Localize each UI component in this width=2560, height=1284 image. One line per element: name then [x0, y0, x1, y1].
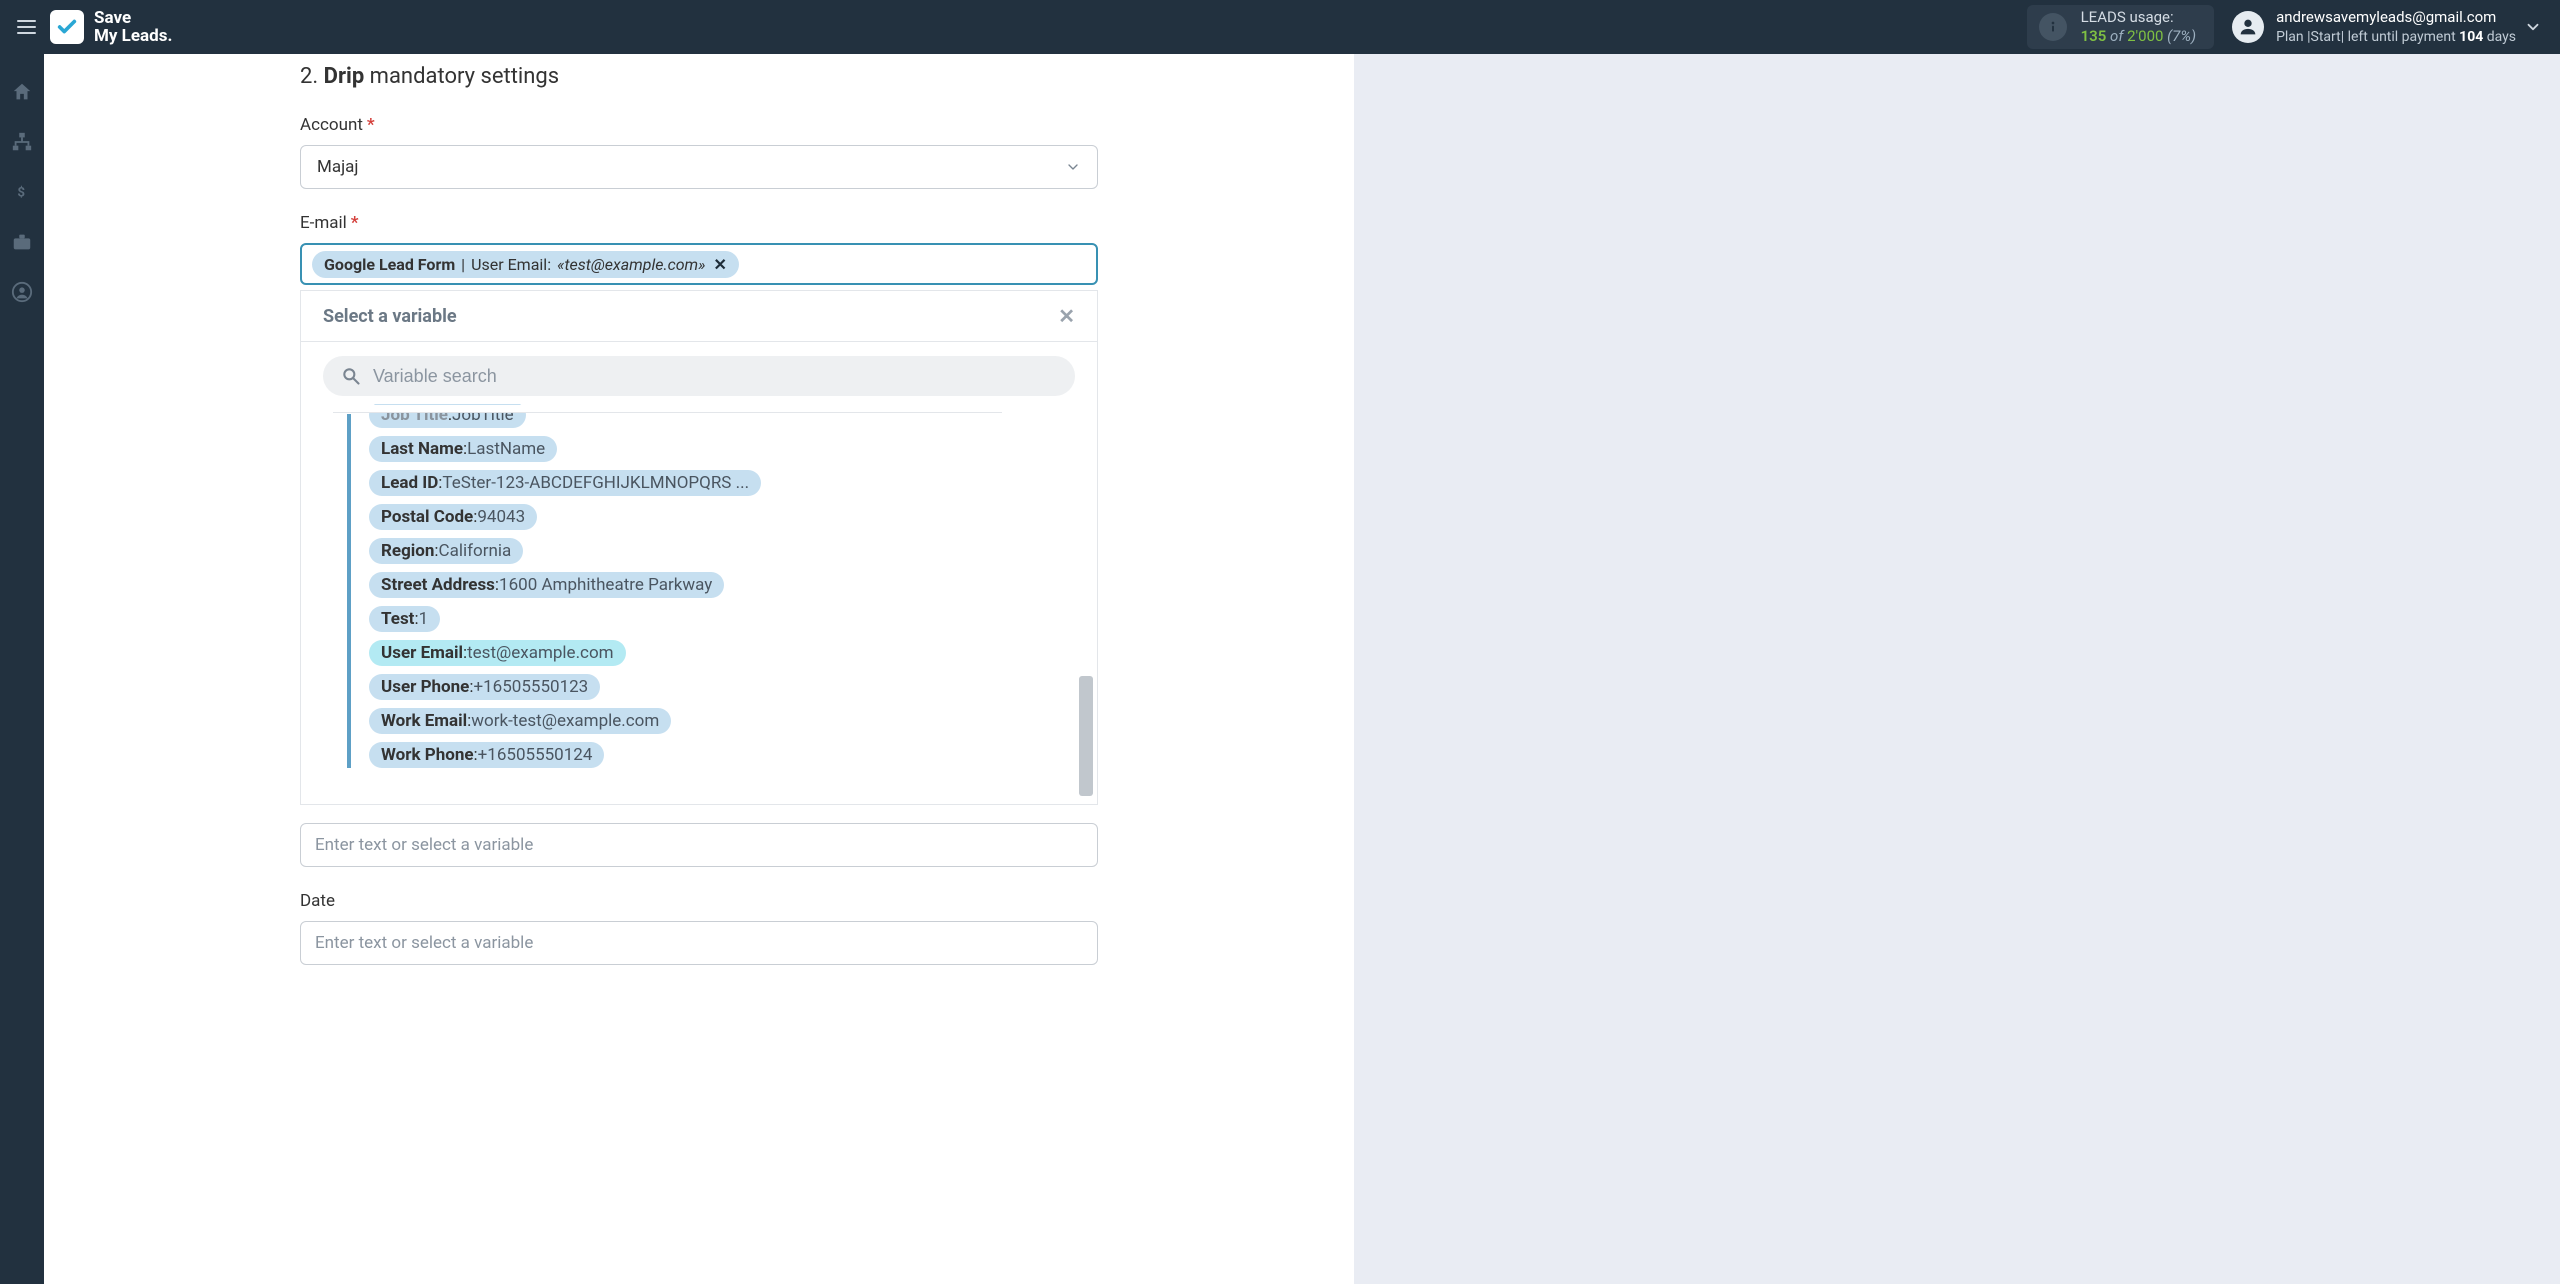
chevron-down-icon	[1065, 159, 1081, 175]
leads-usage-label: LEADS usage:	[2081, 8, 2196, 27]
date-label: Date	[300, 891, 1098, 911]
account-label: Account*	[300, 115, 1098, 135]
sidebar-profile[interactable]	[0, 270, 44, 314]
variable-option[interactable]: Region: California	[369, 538, 523, 564]
leads-usage-badge[interactable]: LEADS usage: 135 of 2'000 (7%)	[2027, 5, 2214, 49]
variable-option[interactable]: User Email: test@example.com	[369, 640, 626, 666]
step-heading: 2. Drip mandatory settings	[300, 64, 1098, 89]
sidebar-billing[interactable]: $	[0, 170, 44, 214]
home-icon	[11, 81, 33, 103]
topbar: Save My Leads. LEADS usage: 135 of 2'000…	[0, 0, 2560, 54]
email-field[interactable]: Google Lead Form | User Email: «test@exa…	[300, 243, 1098, 285]
variable-option[interactable]: Test: 1	[369, 606, 440, 632]
search-icon	[341, 366, 361, 386]
variable-search-input[interactable]	[373, 366, 1057, 387]
variable-option[interactable]: User Phone: +16505550123	[369, 674, 600, 700]
briefcase-icon	[11, 231, 33, 253]
topbar-caret[interactable]	[2524, 0, 2542, 54]
chip-remove[interactable]: ✕	[714, 255, 727, 274]
logo-icon	[50, 10, 84, 44]
account-select[interactable]: Majaj	[300, 145, 1098, 189]
dropdown-scrollbar[interactable]	[1079, 412, 1093, 796]
brand-line2: My Leads.	[94, 27, 172, 45]
avatar-icon	[2232, 11, 2264, 43]
user-email: andrewsavemyleads@gmail.com	[2276, 8, 2516, 28]
brand[interactable]: Save My Leads.	[50, 9, 172, 46]
date-input[interactable]: Enter text or select a variable	[300, 921, 1098, 965]
user-circle-icon	[11, 281, 33, 303]
sidebar-home[interactable]	[0, 70, 44, 114]
scrollbar-thumb[interactable]	[1079, 676, 1093, 796]
brand-line1: Save	[94, 8, 131, 28]
variable-search[interactable]	[323, 356, 1075, 396]
user-plan: Plan |Start| left until payment 104 days	[2276, 28, 2516, 46]
user-block[interactable]: andrewsavemyleads@gmail.com Plan |Start|…	[2232, 8, 2516, 46]
hamburger-icon	[17, 20, 36, 34]
variable-option[interactable]: Work Phone: +16505550124	[369, 742, 604, 768]
email-chip[interactable]: Google Lead Form | User Email: «test@exa…	[312, 251, 739, 278]
variable-option[interactable]: Last Name: LastName	[369, 436, 557, 462]
variable-option[interactable]: Lead ID: TeSter-123-ABCDEFGHIJKLMNOPQRS …	[369, 470, 761, 496]
account-value: Majaj	[317, 157, 358, 177]
variable-option[interactable]: Postal Code: 94043	[369, 504, 537, 530]
variable-option[interactable]: Street Address: 1600 Amphitheatre Parkwa…	[369, 572, 724, 598]
hamburger-button[interactable]	[8, 9, 44, 45]
dropdown-close[interactable]: ✕	[1058, 304, 1075, 328]
placeholder-text: Enter text or select a variable	[315, 933, 533, 953]
placeholder-text: Enter text or select a variable	[315, 835, 533, 855]
variable-dropdown: Select a variable ✕ Job Title: JobTitleL…	[300, 289, 1098, 805]
svg-text:$: $	[17, 186, 25, 201]
dollar-icon: $	[14, 181, 30, 203]
email-label: E-mail*	[300, 213, 1098, 233]
leads-usage-values: 135 of 2'000 (7%)	[2081, 27, 2196, 46]
sidebar-briefcase[interactable]	[0, 220, 44, 264]
sidebar: $	[0, 54, 44, 1284]
sitemap-icon	[11, 131, 33, 153]
text-input-below-dropdown[interactable]: Enter text or select a variable	[300, 823, 1098, 867]
variable-option[interactable]: Work Email: work-test@example.com	[369, 708, 671, 734]
main-panel: 2. Drip mandatory settings Account* Maja…	[44, 54, 1354, 1284]
chevron-down-icon	[2524, 18, 2542, 36]
dropdown-title: Select a variable	[323, 306, 457, 327]
info-icon	[2039, 13, 2067, 41]
sidebar-flows[interactable]	[0, 120, 44, 164]
